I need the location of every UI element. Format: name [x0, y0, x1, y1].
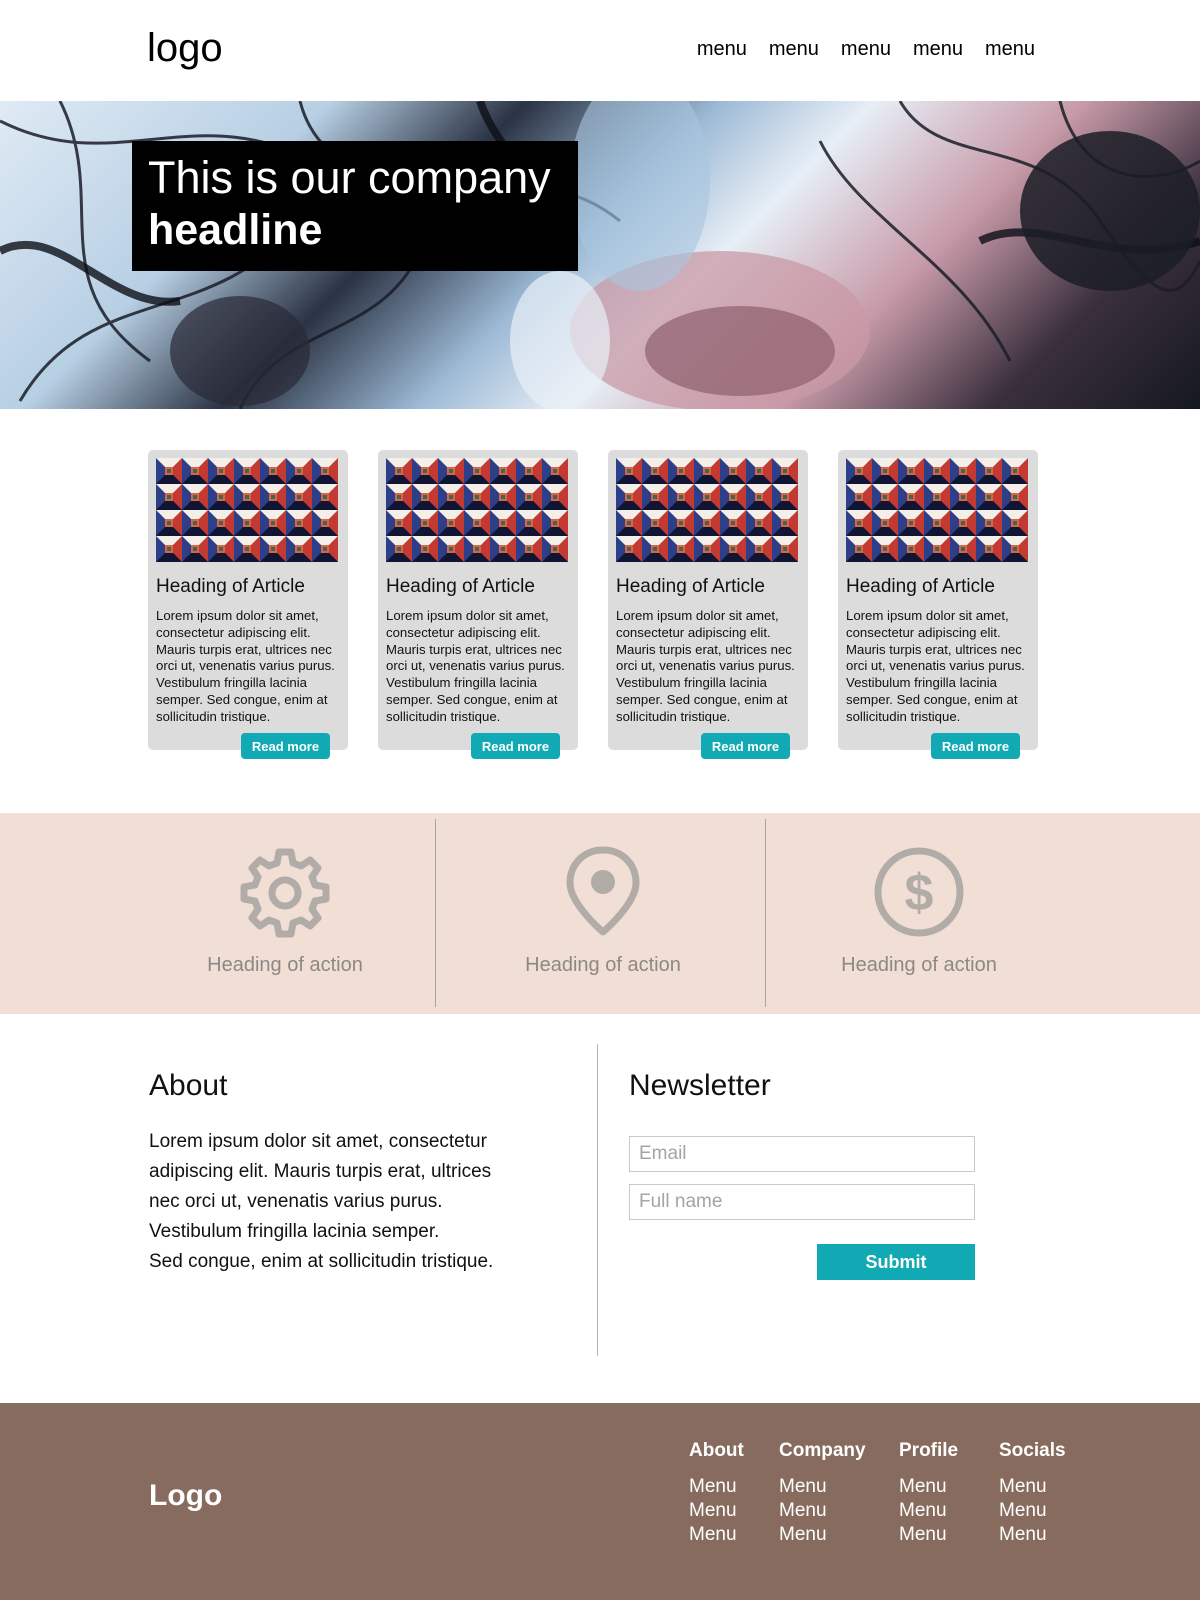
nav-menu-item-4[interactable]: menu — [913, 38, 963, 61]
article-excerpt: Lorem ipsum dolor sit amet, consectetur … — [156, 608, 335, 724]
footer-menu-link[interactable]: Menu — [999, 1499, 1066, 1523]
newsletter-section: Newsletter Submit — [629, 1068, 975, 1280]
article-card: Heading of Article Lorem ipsum dolor sit… — [378, 450, 578, 759]
about-line: nec orci ut, venenatis varius purus. — [149, 1191, 443, 1212]
article-heading: Heading of Article — [156, 576, 305, 597]
action-heading: Heading of action — [207, 954, 363, 976]
logo[interactable]: logo — [147, 20, 223, 76]
article-heading: Heading of Article — [616, 576, 765, 597]
about-text: Lorem ipsum dolor sit amet, consectetur … — [149, 1127, 589, 1277]
full-name-field[interactable] — [629, 1184, 975, 1220]
nav-menu-item-5[interactable]: menu — [985, 38, 1035, 61]
footer-column-heading: Company — [779, 1440, 866, 1461]
headline-box: This is our company headline — [132, 141, 578, 271]
footer-menu-link[interactable]: Menu — [779, 1475, 866, 1499]
article-card: Heading of Article Lorem ipsum dolor sit… — [838, 450, 1038, 759]
section-divider — [597, 1044, 598, 1356]
footer-column-heading: Profile — [899, 1440, 959, 1461]
article-card: Heading of Article Lorem ipsum dolor sit… — [148, 450, 348, 759]
article-pattern-image — [616, 458, 798, 562]
svg-text:$: $ — [905, 864, 934, 922]
footer-menu-link[interactable]: Menu — [779, 1499, 866, 1523]
footer-column-about: About Menu Menu Menu — [689, 1439, 744, 1547]
about-line: adipiscing elit. Mauris turpis erat, ult… — [149, 1161, 492, 1182]
footer-column-socials: Socials Menu Menu Menu — [999, 1439, 1066, 1547]
footer-column-profile: Profile Menu Menu Menu — [899, 1439, 958, 1547]
main-nav: menu menu menu menu menu — [697, 38, 1035, 61]
nav-menu-item-2[interactable]: menu — [769, 38, 819, 61]
footer-column-heading: About — [689, 1440, 744, 1461]
hero-banner: This is our company headline — [0, 101, 1200, 409]
actions-band: Heading of action Heading of action $ He… — [0, 813, 1200, 1014]
read-more-button[interactable]: Read more — [701, 733, 790, 759]
about-title: About — [149, 1069, 228, 1102]
article-list: Heading of Article Lorem ipsum dolor sit… — [148, 450, 1038, 759]
article-excerpt: Lorem ipsum dolor sit amet, consectetur … — [616, 608, 795, 724]
footer-menu-link[interactable]: Menu — [689, 1499, 744, 1523]
footer-menu-link[interactable]: Menu — [899, 1499, 958, 1523]
about-line: Sed congue, enim at sollicitudin tristiq… — [149, 1251, 494, 1272]
nav-menu-item-1[interactable]: menu — [697, 38, 747, 61]
headline-light: This is our company — [148, 152, 551, 203]
gear-icon — [240, 848, 330, 938]
article-pattern-image — [846, 458, 1028, 562]
footer-menu-link[interactable]: Menu — [779, 1523, 866, 1547]
about-section: About Lorem ipsum dolor sit amet, consec… — [149, 1068, 589, 1277]
footer-logo[interactable]: Logo — [149, 1479, 222, 1513]
action-item[interactable]: Heading of action — [443, 813, 763, 1014]
article-pattern-image — [386, 458, 568, 562]
read-more-button[interactable]: Read more — [471, 733, 560, 759]
article-heading: Heading of Article — [386, 576, 535, 597]
dollar-circle-icon: $ — [874, 847, 964, 937]
map-pin-icon — [566, 846, 640, 936]
footer-menu-link[interactable]: Menu — [689, 1475, 744, 1499]
read-more-button[interactable]: Read more — [241, 733, 330, 759]
article-excerpt: Lorem ipsum dolor sit amet, consectetur … — [846, 608, 1025, 724]
newsletter-title: Newsletter — [629, 1069, 771, 1102]
footer-column-heading: Socials — [999, 1440, 1066, 1461]
footer-menu-link[interactable]: Menu — [999, 1523, 1066, 1547]
article-card: Heading of Article Lorem ipsum dolor sit… — [608, 450, 808, 759]
about-line: Vestibulum fringilla lacinia semper. — [149, 1221, 440, 1242]
action-item[interactable]: Heading of action — [125, 813, 445, 1014]
footer-menu-link[interactable]: Menu — [899, 1475, 958, 1499]
action-divider — [435, 819, 436, 1007]
submit-button[interactable]: Submit — [817, 1244, 975, 1280]
action-heading: Heading of action — [841, 954, 997, 976]
footer-menu-link[interactable]: Menu — [999, 1475, 1066, 1499]
footer-menu-link[interactable]: Menu — [899, 1523, 958, 1547]
footer-menu-link[interactable]: Menu — [689, 1523, 744, 1547]
article-excerpt: Lorem ipsum dolor sit amet, consectetur … — [386, 608, 565, 724]
article-pattern-image — [156, 458, 338, 562]
site-header: logo menu menu menu menu menu — [0, 0, 1200, 101]
email-field[interactable] — [629, 1136, 975, 1172]
action-heading: Heading of action — [525, 954, 681, 976]
article-heading: Heading of Article — [846, 576, 995, 597]
about-line: Lorem ipsum dolor sit amet, consectetur — [149, 1131, 487, 1152]
read-more-button[interactable]: Read more — [931, 733, 1020, 759]
action-item[interactable]: $ Heading of action — [759, 813, 1079, 1014]
footer-column-company: Company Menu Menu Menu — [779, 1439, 866, 1547]
nav-menu-item-3[interactable]: menu — [841, 38, 891, 61]
headline-bold: headline — [148, 206, 323, 254]
site-footer: Logo About Menu Menu Menu Company Menu M… — [0, 1403, 1200, 1600]
